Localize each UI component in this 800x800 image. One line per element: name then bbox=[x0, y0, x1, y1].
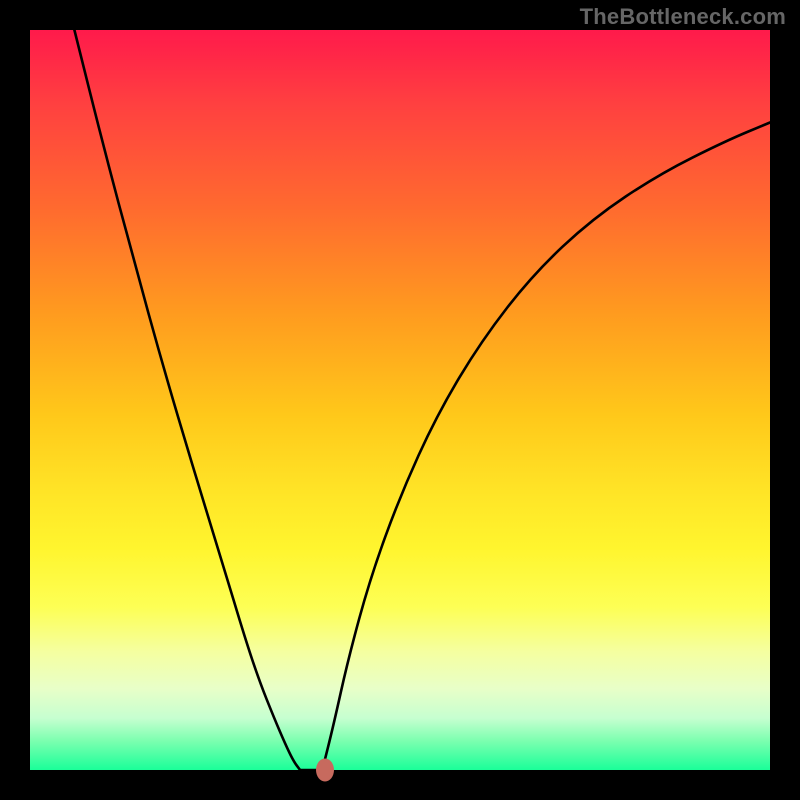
plot-area bbox=[30, 30, 770, 770]
watermark-text: TheBottleneck.com bbox=[580, 4, 786, 30]
optimum-marker bbox=[316, 759, 334, 782]
bottleneck-curve bbox=[74, 30, 770, 770]
chart-frame: TheBottleneck.com bbox=[0, 0, 800, 800]
curve-svg bbox=[30, 30, 770, 770]
